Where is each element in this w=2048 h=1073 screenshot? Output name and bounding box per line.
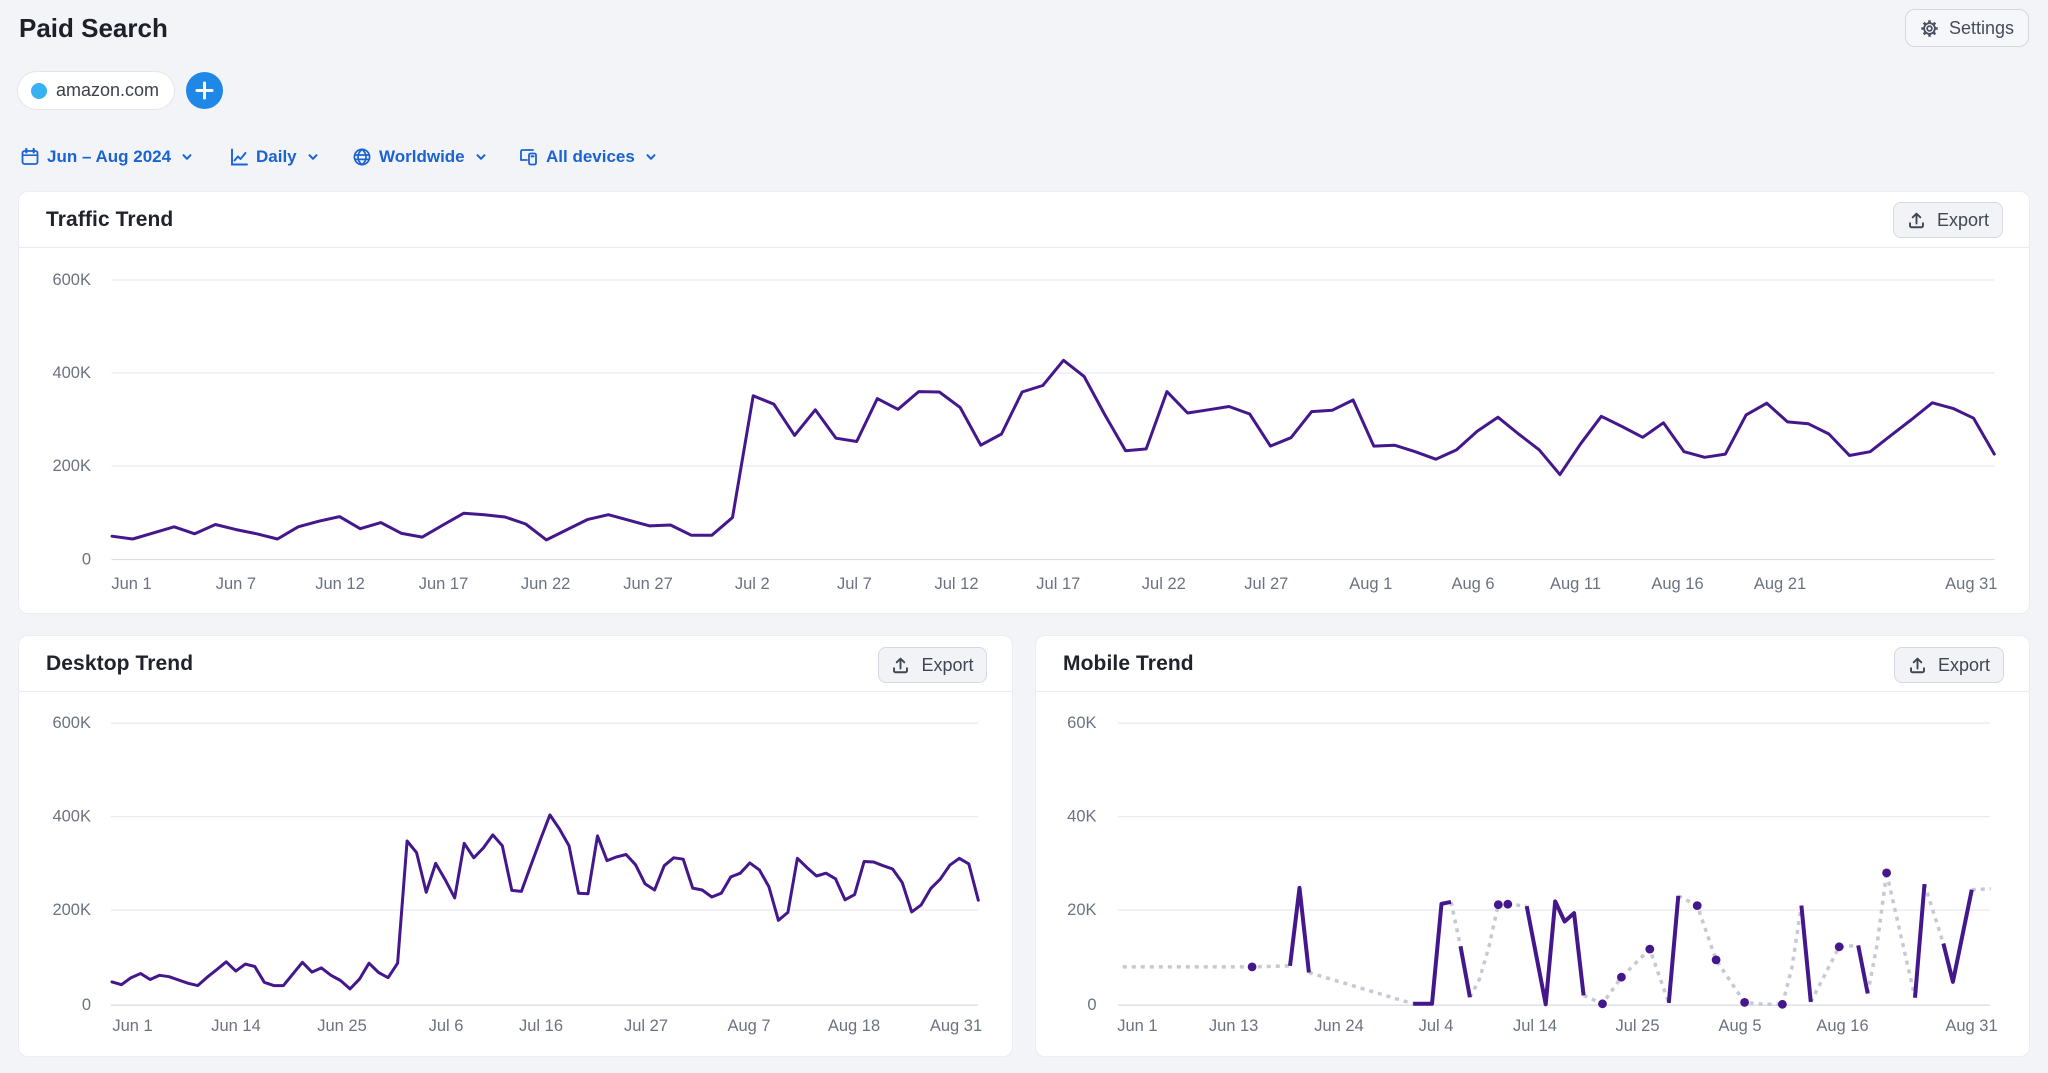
svg-text:Jul 4: Jul 4 <box>1419 1017 1454 1035</box>
svg-text:0: 0 <box>82 996 91 1014</box>
svg-text:Aug 18: Aug 18 <box>828 1017 880 1035</box>
svg-text:Jun 1: Jun 1 <box>111 575 151 593</box>
svg-text:400K: 400K <box>52 808 91 826</box>
svg-text:Jul 14: Jul 14 <box>1513 1017 1557 1035</box>
svg-text:Jul 25: Jul 25 <box>1615 1017 1659 1035</box>
svg-text:Jul 27: Jul 27 <box>624 1017 668 1035</box>
svg-text:Aug 31: Aug 31 <box>930 1017 982 1035</box>
svg-text:Jul 2: Jul 2 <box>735 575 770 593</box>
svg-text:Jun 24: Jun 24 <box>1314 1017 1364 1035</box>
svg-text:Jun 17: Jun 17 <box>419 575 469 593</box>
svg-text:Aug 5: Aug 5 <box>1718 1017 1761 1035</box>
svg-text:Aug 1: Aug 1 <box>1349 575 1392 593</box>
svg-text:60K: 60K <box>1067 714 1096 732</box>
svg-text:Aug 16: Aug 16 <box>1651 575 1703 593</box>
svg-text:Jun 7: Jun 7 <box>216 575 256 593</box>
svg-text:Jul 16: Jul 16 <box>519 1017 563 1035</box>
svg-text:Jun 1: Jun 1 <box>1117 1017 1157 1035</box>
svg-text:Aug 31: Aug 31 <box>1945 1017 1997 1035</box>
svg-text:200K: 200K <box>52 457 91 475</box>
svg-text:Jun 13: Jun 13 <box>1209 1017 1259 1035</box>
svg-text:20K: 20K <box>1067 901 1096 919</box>
svg-text:Jul 6: Jul 6 <box>429 1017 464 1035</box>
svg-text:0: 0 <box>82 551 91 569</box>
svg-text:Jul 27: Jul 27 <box>1244 575 1288 593</box>
svg-text:200K: 200K <box>52 901 91 919</box>
svg-text:Jul 22: Jul 22 <box>1142 575 1186 593</box>
svg-text:600K: 600K <box>52 271 91 289</box>
svg-text:Jun 22: Jun 22 <box>521 575 571 593</box>
svg-text:Aug 7: Aug 7 <box>727 1017 770 1035</box>
svg-text:Aug 6: Aug 6 <box>1451 575 1494 593</box>
svg-text:Aug 16: Aug 16 <box>1816 1017 1868 1035</box>
svg-text:Jun 25: Jun 25 <box>317 1017 367 1035</box>
svg-text:Jun 1: Jun 1 <box>112 1017 152 1035</box>
svg-text:Aug 11: Aug 11 <box>1550 575 1601 593</box>
svg-text:Jul 12: Jul 12 <box>934 575 978 593</box>
svg-text:Jun 14: Jun 14 <box>211 1017 261 1035</box>
svg-text:Jun 12: Jun 12 <box>315 575 365 593</box>
svg-text:Jul 17: Jul 17 <box>1036 575 1080 593</box>
svg-text:600K: 600K <box>52 714 91 732</box>
svg-text:400K: 400K <box>52 364 91 382</box>
svg-text:Jun 27: Jun 27 <box>623 575 673 593</box>
svg-text:Jul 7: Jul 7 <box>837 575 872 593</box>
svg-text:Aug 31: Aug 31 <box>1945 575 1997 593</box>
svg-text:Aug 21: Aug 21 <box>1754 575 1806 593</box>
svg-text:40K: 40K <box>1067 808 1096 826</box>
svg-text:0: 0 <box>1087 996 1096 1014</box>
